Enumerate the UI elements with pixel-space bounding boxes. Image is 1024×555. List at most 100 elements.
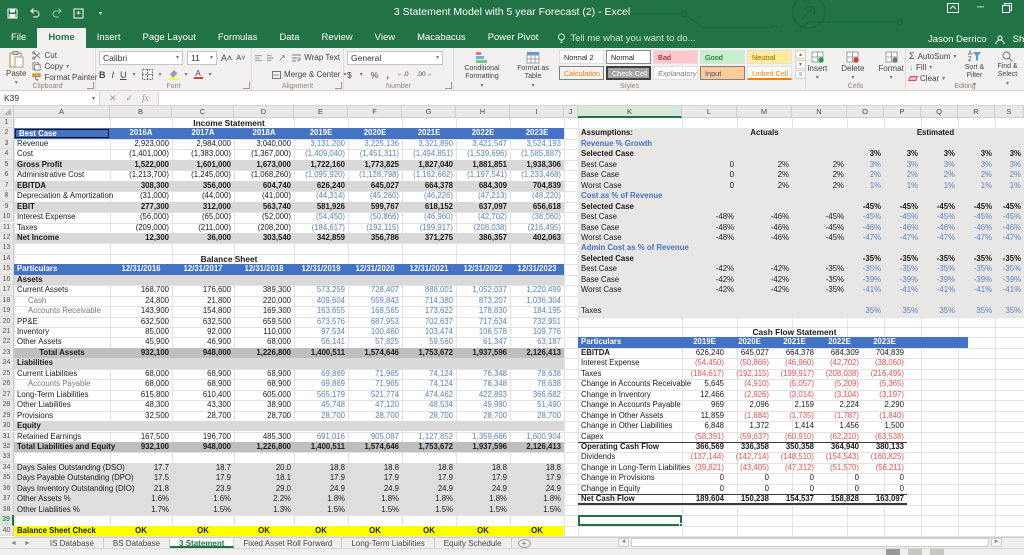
bs-value[interactable]: 732,951 <box>510 317 564 327</box>
row-header-18[interactable]: 18 <box>0 296 14 306</box>
ratio-value[interactable]: 1.8% <box>456 494 510 504</box>
cf-row-label[interactable]: Interest Expense <box>578 358 682 368</box>
cf-value[interactable]: 0 <box>817 473 862 483</box>
name-box[interactable]: K39▾ <box>0 91 100 105</box>
is-value[interactable]: (46,960) <box>402 212 456 222</box>
row-header-14[interactable]: 14 <box>0 254 14 264</box>
delete-button[interactable]: Delete▾ <box>838 50 867 82</box>
assumption-est-value[interactable]: -47% <box>884 233 921 243</box>
cf-value[interactable]: 150,238 <box>727 494 772 504</box>
row-header-23[interactable]: 23 <box>0 348 14 358</box>
ratio-value[interactable]: 1.5% <box>172 505 234 515</box>
assumption-label[interactable]: Selected Case <box>578 149 682 159</box>
bs-row-label[interactable]: Current Liabilities <box>14 369 110 379</box>
insert-function-icon[interactable]: fx <box>142 93 149 103</box>
sheet-tab-equity-schedule[interactable]: Equity Schedule <box>435 538 512 548</box>
bs-value[interactable]: 687,953 <box>348 317 402 327</box>
assumption-est-value[interactable]: -45% <box>958 202 995 212</box>
is-value[interactable]: 3,225,136 <box>348 139 402 149</box>
assumption-actual-value[interactable]: -48% <box>682 223 737 233</box>
column-header-B[interactable]: B <box>110 106 172 118</box>
is-value[interactable]: (1,539,696) <box>456 149 510 159</box>
column-header-L[interactable]: L <box>682 106 737 118</box>
bs-value[interactable]: 45,900 <box>110 337 172 347</box>
bs-value[interactable]: 68,900 <box>234 379 294 389</box>
alignment-dialog-launcher[interactable] <box>335 82 342 89</box>
style-explanatory[interactable]: Explanatory ... <box>653 66 698 80</box>
bs-section-label[interactable]: Liabilities <box>14 358 110 368</box>
assumption-actual-value[interactable]: -42% <box>682 275 737 285</box>
ratio-value[interactable]: 1.5% <box>510 505 564 515</box>
bs-row-label[interactable]: Provisions <box>14 411 110 421</box>
clear-button[interactable]: Clear▾ <box>909 74 957 83</box>
ratio-value[interactable]: 18.7 <box>172 463 234 473</box>
assumption-actual-value[interactable]: -35% <box>792 264 847 274</box>
cf-value[interactable]: 158,828 <box>817 494 862 504</box>
bs-value[interactable]: 1,600,904 <box>510 432 564 442</box>
is-value[interactable]: (1,233,468) <box>510 170 564 180</box>
cf-value[interactable]: (160,825) <box>862 452 907 462</box>
assumption-label[interactable]: Best Case <box>578 264 682 274</box>
bs-value[interactable]: 106,578 <box>456 327 510 337</box>
assumption-est-value[interactable]: -46% <box>847 223 884 233</box>
cf-value[interactable]: 6,848 <box>682 421 727 431</box>
cf-value[interactable]: 380,133 <box>862 442 907 452</box>
bs-value[interactable]: 485,300 <box>234 432 294 442</box>
is-value[interactable]: 3,421,547 <box>456 139 510 149</box>
ratio-value[interactable]: 18.8 <box>402 463 456 473</box>
assumption-est-value[interactable]: 35% <box>847 306 884 316</box>
is-value[interactable]: 3,321,890 <box>402 139 456 149</box>
sheet-tab-3-statement[interactable]: 3 Statement <box>170 538 234 548</box>
assumption-est-value[interactable]: -39% <box>884 275 921 285</box>
ratio-value[interactable]: 1.8% <box>348 494 402 504</box>
row-header-35[interactable]: 35 <box>0 473 14 483</box>
assumption-est-value[interactable]: -41% <box>958 285 995 295</box>
is-value[interactable]: (38,060) <box>510 212 564 222</box>
bs-value[interactable]: 605,000 <box>234 390 294 400</box>
cf-value[interactable]: (1,684) <box>727 411 772 421</box>
bs-value[interactable]: 28,700 <box>234 411 294 421</box>
bs-value[interactable]: 24,800 <box>110 296 172 306</box>
assumption-est-value[interactable]: -47% <box>958 233 995 243</box>
bs-value[interactable]: 196,700 <box>172 432 234 442</box>
ratio-value[interactable]: 18.8 <box>456 463 510 473</box>
cf-value[interactable]: (54,450) <box>682 358 727 368</box>
sheet-tab-long-term-liabilities[interactable]: Long-Term Liabilities <box>342 538 434 548</box>
bs-total-value[interactable]: 1,400,511 <box>294 348 348 358</box>
bs-value[interactable]: 57,825 <box>348 337 402 347</box>
assumption-actual-value[interactable]: -35% <box>792 285 847 295</box>
cf-value[interactable]: 2,096 <box>727 400 772 410</box>
assumption-est-value[interactable]: -47% <box>847 233 884 243</box>
is-value[interactable]: 637,097 <box>456 202 510 212</box>
assumption-est-value[interactable]: -45% <box>847 202 884 212</box>
bs-value[interactable]: 68,900 <box>172 369 234 379</box>
cf-value[interactable]: (1,787) <box>817 411 862 421</box>
column-header-E[interactable]: E <box>294 106 348 118</box>
is-value[interactable]: 704,839 <box>510 181 564 191</box>
scroll-right-icon[interactable]: ► <box>991 538 1002 547</box>
assumption-est-value[interactable]: -39% <box>995 275 1024 285</box>
cut-button[interactable]: Cut <box>32 51 97 60</box>
is-value[interactable]: 36,000 <box>172 233 234 243</box>
cf-row-label[interactable]: Change in Other Liabilities <box>578 421 682 431</box>
column-header-O[interactable]: O <box>847 106 884 118</box>
row-header-3[interactable]: 3 <box>0 139 14 149</box>
is-value[interactable]: 599,767 <box>348 202 402 212</box>
bs-row-label[interactable]: Current Assets <box>14 285 110 295</box>
assumption-label[interactable]: Base Case <box>578 223 682 233</box>
cf-value[interactable]: 0 <box>862 484 907 494</box>
row-header-29[interactable]: 29 <box>0 411 14 421</box>
assumption-est-value[interactable]: -46% <box>995 223 1024 233</box>
row-header-15[interactable]: 15 <box>0 264 14 274</box>
row-header-36[interactable]: 36 <box>0 484 14 494</box>
bs-value[interactable]: 61,347 <box>456 337 510 347</box>
column-header-G[interactable]: G <box>402 106 456 118</box>
cf-value[interactable]: (184,617) <box>682 369 727 379</box>
row-header-2[interactable]: 2 <box>0 128 14 138</box>
assumption-est-value[interactable]: 1% <box>995 181 1024 191</box>
assumption-est-value[interactable]: -46% <box>921 223 958 233</box>
is-row-label[interactable]: Gross Profit <box>14 160 110 170</box>
balance-check-value[interactable]: OK <box>110 526 172 536</box>
column-header-A[interactable]: A <box>14 106 110 118</box>
assumption-est-value[interactable]: -47% <box>995 233 1024 243</box>
